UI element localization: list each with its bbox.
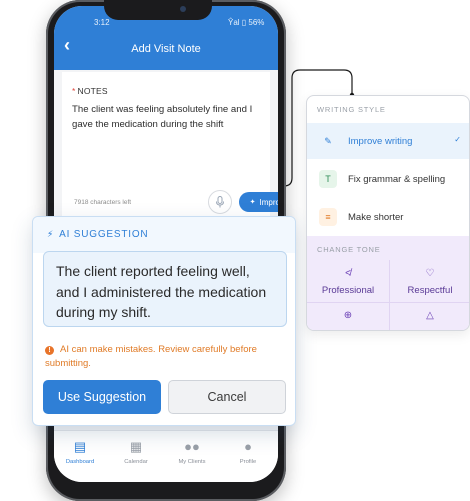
improve-label: Improve: [259, 197, 278, 207]
lightning-icon: ⚡︎: [47, 229, 55, 239]
tone-professional[interactable]: ≮ Professional: [307, 268, 389, 296]
ai-suggestion-title: ⚡︎ AI SUGGESTION: [47, 229, 148, 240]
menu-item-label: Fix grammar & spelling: [348, 173, 446, 185]
phone-notch: [104, 0, 212, 20]
menu-item-improve-writing[interactable]: ✎ Improve writing ✓: [307, 123, 469, 159]
writing-style-menu: WRITING STYLE ✎ Improve writing ✓ T Fix …: [306, 95, 470, 331]
tab-label: Profile: [239, 459, 257, 465]
calendar-icon: ▦: [129, 439, 143, 454]
pencil-icon: ✎: [324, 135, 332, 146]
tone-label: Respectful: [407, 285, 453, 296]
cancel-button[interactable]: Cancel: [168, 380, 286, 414]
tab-dashboard[interactable]: ▤ Dashboard: [54, 439, 106, 465]
sparkle-icon: ✦: [249, 199, 256, 206]
profile-icon: ●: [244, 439, 252, 454]
menu-item-fix-grammar[interactable]: T Fix grammar & spelling: [307, 161, 469, 197]
status-time: 3:12: [94, 18, 110, 27]
tone-respectful[interactable]: ♡ Respectful: [389, 268, 469, 296]
characters-left: 7918 characters left: [74, 199, 132, 206]
notes-label: * NOTES: [72, 86, 108, 96]
notes-label-text: NOTES: [77, 86, 108, 96]
tab-label: Calendar: [124, 459, 148, 465]
warning-icon: !: [45, 346, 54, 355]
target-icon: ⊕: [343, 310, 353, 321]
change-tone-label: CHANGE TONE: [317, 245, 381, 254]
notes-card: * NOTES The client was feeling absolutely…: [62, 72, 278, 220]
shorten-icon: ≡: [319, 208, 337, 226]
ai-suggestion-card: ⚡︎ AI SUGGESTION The client reported feel…: [32, 216, 296, 426]
suggestion-text: The client reported feeling well, and I …: [43, 251, 287, 327]
status-indicators: Ŷal ▯ 56%: [228, 18, 265, 27]
use-suggestion-button[interactable]: Use Suggestion: [43, 380, 161, 414]
camera-icon: [180, 6, 186, 12]
grammar-icon: T: [319, 170, 337, 188]
tab-label: My Clients: [178, 459, 206, 465]
microphone-button[interactable]: [208, 190, 232, 214]
tab-profile[interactable]: ● Profile: [222, 439, 274, 465]
ai-suggestion-header: ⚡︎ AI SUGGESTION: [33, 217, 295, 253]
ai-title-text: AI SUGGESTION: [59, 229, 149, 240]
clients-icon: ●●: [184, 439, 200, 454]
improve-button[interactable]: ✦ Improve: [239, 192, 278, 212]
triangle-icon: △: [426, 310, 434, 321]
ai-warning-text: AI can make mistakes. Review carefully b…: [45, 344, 257, 369]
writing-style-label: WRITING STYLE: [317, 105, 386, 114]
notes-textarea[interactable]: The client was feeling absolutely fine a…: [72, 103, 268, 132]
tone-option-4[interactable]: △: [389, 310, 469, 322]
tab-label: Dashboard: [65, 459, 95, 465]
heart-icon: ♡: [425, 268, 435, 279]
checkmark-icon: ✓: [454, 135, 461, 144]
dashboard-icon: ▤: [73, 439, 87, 454]
menu-item-make-shorter[interactable]: ≡ Make shorter: [307, 199, 469, 235]
tab-calendar[interactable]: ▦ Calendar: [110, 439, 162, 465]
tie-icon: ≮: [345, 268, 351, 279]
microphone-icon: [216, 196, 224, 208]
menu-item-label: Make shorter: [348, 211, 404, 223]
required-marker: *: [72, 86, 76, 96]
page-title: Add Visit Note: [131, 43, 201, 55]
change-tone-section: CHANGE TONE ≮ Professional ♡ Respectful …: [307, 236, 469, 330]
bottom-tab-bar: ▤ Dashboard ▦ Calendar ●● My Clients ● P…: [54, 430, 278, 482]
tone-label: Professional: [321, 285, 375, 296]
menu-item-label: Improve writing: [348, 135, 413, 147]
divider: [307, 302, 469, 303]
tone-option-3[interactable]: ⊕: [307, 310, 389, 322]
ai-warning: ! AI can make mistakes. Review carefully …: [45, 343, 285, 371]
tab-my-clients[interactable]: ●● My Clients: [166, 439, 218, 465]
